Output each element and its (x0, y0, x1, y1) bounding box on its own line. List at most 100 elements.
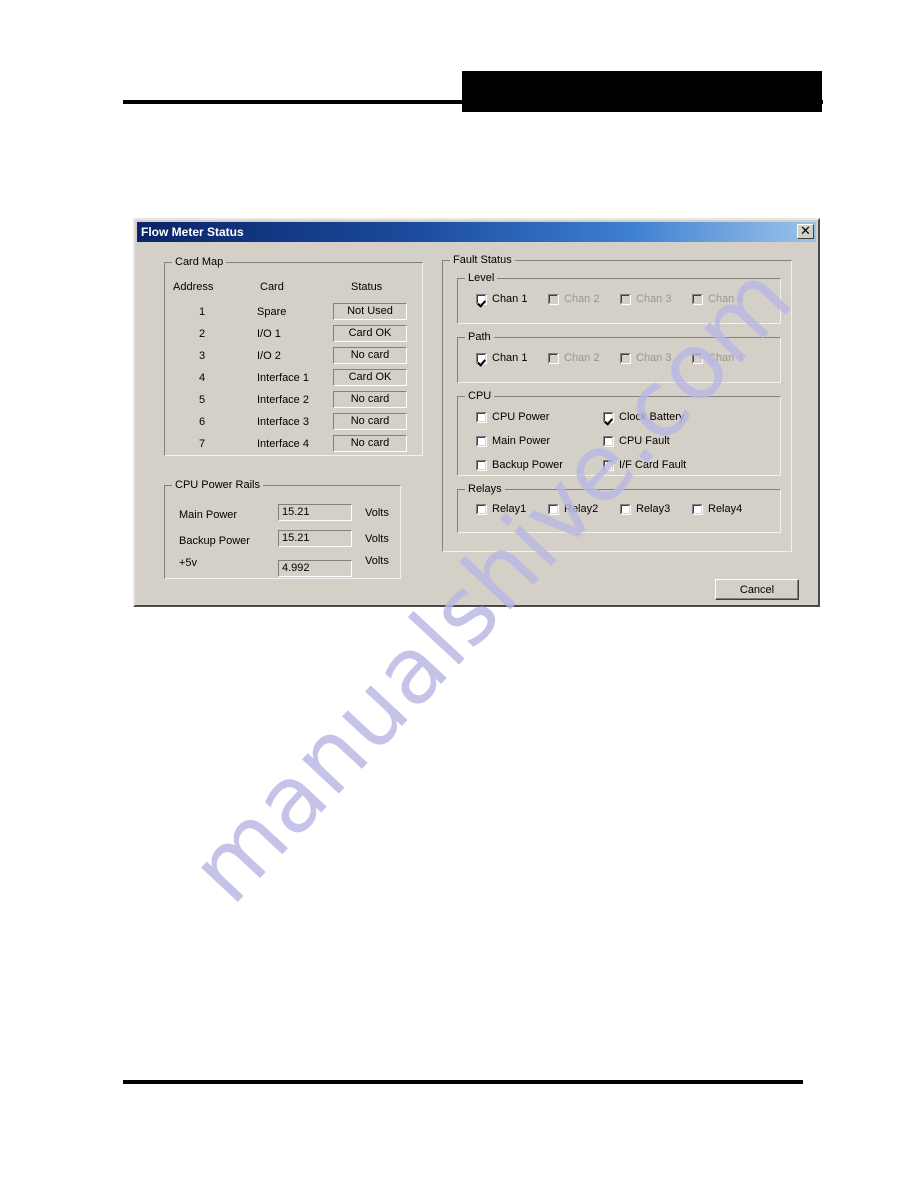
power-rail-label: +5v (179, 557, 198, 569)
cell-address: 2 (198, 328, 206, 340)
five-volt-value-field[interactable]: 4.992 (278, 560, 352, 577)
card-map-title: Card Map (172, 256, 227, 268)
checkbox-relay1[interactable]: Relay1 (476, 503, 526, 515)
column-header-address: Address (173, 281, 214, 293)
cell-status: No card (333, 391, 407, 408)
checkbox-label: Chan 4 (708, 352, 744, 364)
checkbox-clock-battery[interactable]: Clock Battery (603, 411, 684, 423)
cell-status: No card (333, 413, 407, 430)
checkbox-if-card-fault[interactable]: I/F Card Fault (603, 459, 686, 471)
cpu-group: CPU CPU Power Main Power Backup Power Cl… (457, 390, 781, 476)
checkbox-cpu-fault[interactable]: CPU Fault (603, 435, 670, 447)
cell-address: 7 (198, 438, 206, 450)
checkbox-path-chan1[interactable]: Chan 1 (476, 352, 527, 364)
page-header-redaction (462, 71, 822, 112)
relays-title: Relays (465, 483, 505, 495)
power-rail-label: Backup Power (179, 535, 250, 547)
checkbox-icon (476, 352, 487, 364)
checkbox-icon (692, 352, 703, 364)
cell-card: I/O 1 (257, 328, 281, 340)
checkbox-icon (603, 411, 614, 423)
checkbox-level-chan1[interactable]: Chan 1 (476, 293, 527, 305)
checkbox-icon (548, 293, 559, 305)
close-x-icon[interactable]: ✕ (797, 224, 814, 239)
checkbox-cpu-power[interactable]: CPU Power (476, 411, 549, 423)
cpu-title: CPU (465, 390, 495, 402)
cell-card: Interface 2 (257, 394, 309, 406)
checkbox-icon (476, 435, 487, 447)
checkbox-label: CPU Power (492, 411, 550, 423)
backup-power-value-field[interactable]: 15.21 (278, 530, 352, 547)
fault-status-group: Fault Status Level Chan 1 Chan 2 Chan 3 (442, 254, 792, 552)
power-rail-unit: Volts (365, 555, 389, 567)
checkbox-label: Relay2 (564, 503, 599, 515)
checkbox-label: Relay3 (636, 503, 671, 515)
cpu-power-rails-group: CPU Power Rails Main Power 15.21 Volts B… (164, 479, 401, 579)
checkbox-path-chan4[interactable]: Chan 4 (692, 352, 743, 364)
cell-address: 5 (198, 394, 206, 406)
cell-card: Interface 3 (257, 416, 309, 428)
checkbox-icon (548, 503, 559, 515)
fault-status-title: Fault Status (450, 254, 515, 266)
checkbox-icon (620, 352, 631, 364)
checkbox-label: CPU Fault (619, 435, 670, 447)
main-power-value-field[interactable]: 15.21 (278, 504, 352, 521)
checkbox-label: Chan 4 (708, 293, 744, 305)
checkbox-label: Relay1 (492, 503, 527, 515)
cell-card: Interface 4 (257, 438, 309, 450)
dialog-titlebar: Flow Meter Status ✕ (137, 222, 816, 242)
checkbox-label: Chan 1 (492, 293, 528, 305)
table-row: 7 Interface 4 No card (165, 435, 422, 457)
dialog-body: Card Map Address Card Status 1 Spare Not… (137, 242, 816, 603)
cell-address: 3 (198, 350, 206, 362)
checkbox-icon (603, 435, 614, 447)
dialog-title: Flow Meter Status (141, 225, 244, 239)
cell-card: Interface 1 (257, 372, 309, 384)
cell-address: 6 (198, 416, 206, 428)
checkbox-level-chan2[interactable]: Chan 2 (548, 293, 599, 305)
column-header-status: Status (351, 281, 383, 293)
table-row: 4 Interface 1 Card OK (165, 369, 422, 391)
checkbox-path-chan3[interactable]: Chan 3 (620, 352, 671, 364)
checkbox-label: Backup Power (492, 459, 563, 471)
checkbox-icon (692, 293, 703, 305)
checkbox-label: Clock Battery (619, 411, 685, 423)
cell-address: 1 (198, 306, 206, 318)
checkbox-icon (548, 352, 559, 364)
table-row: 2 I/O 1 Card OK (165, 325, 422, 347)
power-rail-row-5v: +5v 4.992 Volts (165, 552, 400, 578)
checkbox-label: Chan 3 (636, 293, 672, 305)
table-row: 3 I/O 2 No card (165, 347, 422, 369)
path-group: Path Chan 1 Chan 2 Chan 3 Chan 4 (457, 331, 781, 383)
level-group: Level Chan 1 Chan 2 Chan 3 Chan 4 (457, 272, 781, 324)
power-rail-unit: Volts (365, 533, 389, 545)
checkbox-level-chan3[interactable]: Chan 3 (620, 293, 671, 305)
checkbox-icon (476, 503, 487, 515)
checkbox-label: Chan 1 (492, 352, 528, 364)
checkbox-level-chan4[interactable]: Chan 4 (692, 293, 743, 305)
checkbox-relay2[interactable]: Relay2 (548, 503, 598, 515)
checkbox-path-chan2[interactable]: Chan 2 (548, 352, 599, 364)
column-header-card: Card (260, 281, 284, 293)
cell-status: Card OK (333, 325, 407, 342)
checkbox-relay3[interactable]: Relay3 (620, 503, 670, 515)
checkbox-backup-power[interactable]: Backup Power (476, 459, 563, 471)
table-row: 6 Interface 3 No card (165, 413, 422, 435)
page-footer-rule (123, 1080, 803, 1084)
level-title: Level (465, 272, 498, 284)
power-rail-row-main: Main Power 15.21 Volts (165, 504, 400, 530)
cancel-button[interactable]: Cancel (715, 579, 799, 600)
path-title: Path (465, 331, 494, 343)
checkbox-main-power[interactable]: Main Power (476, 435, 550, 447)
table-row: 1 Spare Not Used (165, 303, 422, 325)
cell-status: Not Used (333, 303, 407, 320)
checkbox-relay4[interactable]: Relay4 (692, 503, 742, 515)
checkbox-label: I/F Card Fault (619, 459, 687, 471)
checkbox-label: Relay4 (708, 503, 743, 515)
cell-status: No card (333, 435, 407, 452)
relays-group: Relays Relay1 Relay2 Relay3 Relay4 (457, 483, 781, 533)
cell-status: Card OK (333, 369, 407, 386)
cell-status: No card (333, 347, 407, 364)
checkbox-icon (620, 293, 631, 305)
table-row: 5 Interface 2 No card (165, 391, 422, 413)
